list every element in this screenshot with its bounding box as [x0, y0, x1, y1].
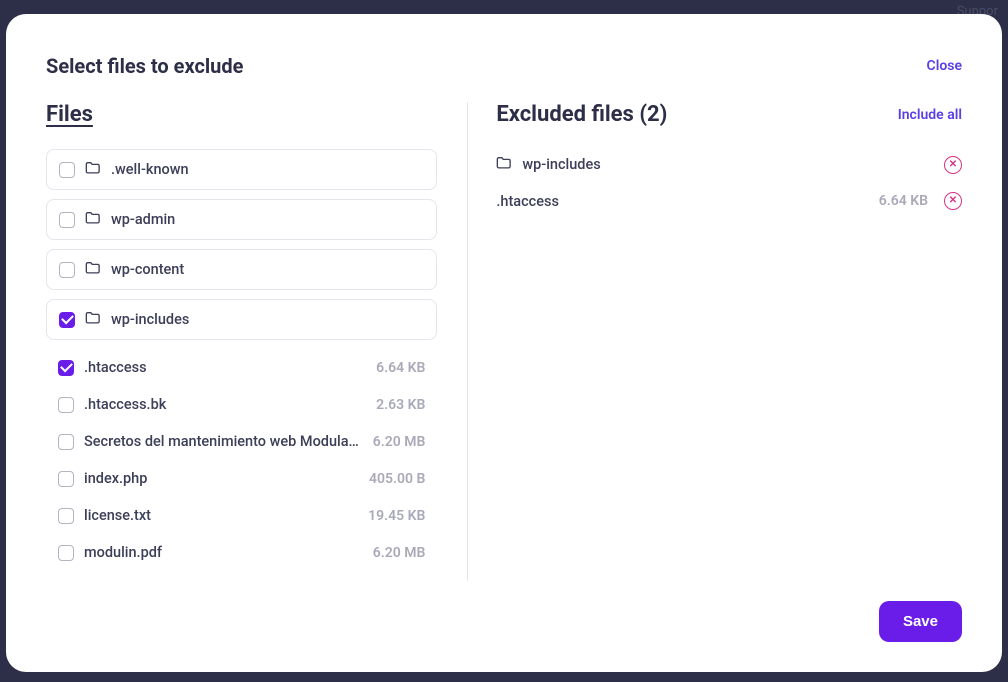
excluded-title: Excluded files (2)	[496, 102, 667, 127]
excluded-row: .htaccess 6.64 KB	[496, 186, 962, 216]
include-all-button[interactable]: Include all	[898, 107, 962, 123]
files-title: Files	[46, 102, 93, 127]
file-row[interactable]: .htaccess.bk 2.63 KB	[46, 386, 437, 423]
save-button[interactable]: Save	[879, 601, 962, 642]
folder-row[interactable]: wp-content	[46, 249, 437, 290]
checkbox[interactable]	[58, 397, 74, 413]
item-size: 405.00 B	[369, 471, 425, 487]
item-name: modulin.pdf	[84, 544, 363, 561]
folder-row[interactable]: wp-admin	[46, 199, 437, 240]
item-name: .htaccess.bk	[84, 396, 366, 413]
modal-footer: Save	[46, 581, 962, 642]
files-title-row: Files	[46, 102, 447, 127]
item-name: .htaccess	[84, 359, 366, 376]
checkbox[interactable]	[58, 471, 74, 487]
folder-icon	[85, 260, 101, 279]
excluded-count: 2	[647, 102, 660, 127]
checkbox[interactable]	[59, 312, 75, 328]
modal-header: Select files to exclude Close	[46, 54, 962, 78]
item-name: index.php	[84, 470, 359, 487]
item-name: wp-content	[111, 261, 424, 278]
checkbox[interactable]	[59, 162, 75, 178]
folder-icon	[85, 310, 101, 329]
remove-excluded-button[interactable]	[944, 156, 962, 174]
excluded-title-row: Excluded files (2) Include all	[496, 102, 962, 127]
close-button[interactable]: Close	[927, 58, 962, 74]
checkbox[interactable]	[59, 262, 75, 278]
checkbox[interactable]	[58, 545, 74, 561]
file-row[interactable]: .htaccess 6.64 KB	[46, 349, 437, 386]
modal-title: Select files to exclude	[46, 54, 243, 78]
excluded-size: 6.64 KB	[879, 193, 928, 209]
item-size: 6.20 MB	[373, 434, 426, 450]
file-list[interactable]: .well-known wp-admin wp-content wp-includes…	[46, 149, 447, 581]
item-name: wp-includes	[111, 311, 424, 328]
excluded-panel: Excluded files (2) Include all wp-includ…	[467, 102, 962, 581]
folder-icon	[85, 160, 101, 179]
excluded-row: wp-includes	[496, 149, 962, 180]
file-row[interactable]: readme.html7.23 KB	[46, 571, 437, 581]
item-size: 6.64 KB	[376, 360, 425, 376]
folder-icon	[85, 210, 101, 229]
file-row[interactable]: index.php 405.00 B	[46, 460, 437, 497]
item-size: 2.63 KB	[376, 397, 425, 413]
item-size: 19.45 KB	[368, 508, 425, 524]
checkbox[interactable]	[58, 508, 74, 524]
item-name: .well-known	[111, 161, 424, 178]
file-row[interactable]: Secretos del mantenimiento web Modular D…	[46, 423, 437, 460]
excluded-list: wp-includes .htaccess 6.64 KB	[496, 149, 962, 581]
item-name: license.txt	[84, 507, 358, 524]
folder-row[interactable]: wp-includes	[46, 299, 437, 340]
checkbox[interactable]	[59, 212, 75, 228]
remove-excluded-button[interactable]	[944, 192, 962, 210]
excluded-name: .htaccess	[496, 193, 868, 210]
file-row[interactable]: modulin.pdf 6.20 MB	[46, 534, 437, 571]
file-row[interactable]: license.txt 19.45 KB	[46, 497, 437, 534]
item-name: wp-admin	[111, 211, 424, 228]
checkbox[interactable]	[58, 360, 74, 376]
excluded-title-prefix: Excluded files	[496, 102, 634, 127]
folder-icon	[496, 155, 512, 174]
excluded-name: wp-includes	[522, 156, 934, 173]
files-panel: Files .well-known wp-admin wp-content wp-in…	[46, 102, 467, 581]
item-size: 6.20 MB	[373, 545, 426, 561]
modal-columns: Files .well-known wp-admin wp-content wp-in…	[46, 102, 962, 581]
checkbox[interactable]	[58, 434, 74, 450]
folder-row[interactable]: .well-known	[46, 149, 437, 190]
item-name: Secretos del mantenimiento web Modular D…	[84, 433, 363, 450]
exclude-files-modal: Select files to exclude Close Files .wel…	[6, 14, 1002, 672]
